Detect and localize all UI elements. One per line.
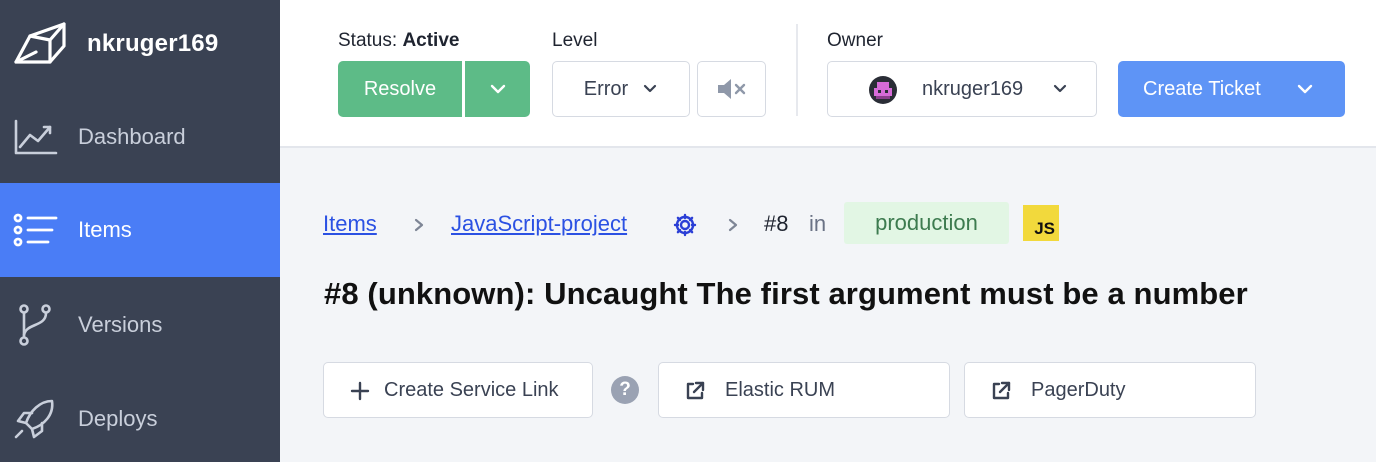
create-service-link-label: Create Service Link: [384, 378, 559, 401]
pagerduty-button[interactable]: PagerDuty: [964, 362, 1256, 418]
owner-select[interactable]: nkruger169: [827, 61, 1097, 117]
owner-label: Owner: [827, 30, 883, 51]
elastic-rum-label: Elastic RUM: [725, 378, 836, 401]
toolbar-divider: [796, 24, 798, 116]
breadcrumb: Items: [323, 204, 377, 244]
gear-icon[interactable]: [673, 213, 697, 237]
breadcrumb-items-link[interactable]: Items: [323, 211, 377, 237]
sidebar-item-label: Dashboard: [78, 124, 186, 149]
item-toolbar: Status: Active Resolve Level Error Owner…: [280, 0, 1376, 148]
resolve-dropdown-button[interactable]: [465, 61, 530, 117]
environment-badge: production: [844, 202, 1009, 244]
plus-icon: [350, 381, 370, 401]
status-prefix: Status:: [338, 30, 398, 51]
sidebar-item-label: Deploys: [78, 406, 158, 431]
level-value: Error: [583, 77, 629, 100]
avatar: [869, 76, 897, 104]
help-icon[interactable]: ?: [611, 376, 639, 404]
mute-button[interactable]: [697, 61, 766, 117]
chevron-down-icon: [644, 84, 657, 93]
branch-icon: [19, 304, 51, 346]
resolve-label: Resolve: [363, 77, 437, 100]
sidebar-item-deploys[interactable]: Deploys: [0, 372, 280, 462]
breadcrumb-project-link[interactable]: JavaScript-project: [451, 211, 627, 237]
sidebar-brand[interactable]: nkruger169: [0, 0, 280, 90]
chevron-down-icon: [1297, 84, 1313, 94]
list-icon: [13, 213, 58, 247]
external-link-icon: [992, 381, 1011, 400]
sidebar-item-label: Versions: [78, 312, 163, 337]
sidebar-item-versions[interactable]: Versions: [0, 278, 280, 372]
volume-mute-icon: [717, 79, 745, 99]
breadcrumb-project: JavaScript-project: [451, 204, 627, 244]
chevron-down-icon: [1053, 84, 1067, 93]
item-title: #8 (unknown): Uncaught The first argumen…: [324, 276, 1248, 311]
create-ticket-button[interactable]: Create Ticket: [1118, 61, 1345, 117]
create-service-link-button[interactable]: Create Service Link: [323, 362, 593, 418]
chart-line-icon: [14, 119, 58, 155]
owner-value: nkruger169: [922, 77, 1024, 100]
status-value: Active: [402, 30, 460, 51]
breadcrumb-in-text: in: [809, 211, 827, 236]
pagerduty-label: PagerDuty: [1031, 378, 1126, 401]
sidebar: nkruger169 Dashboard Items Versions Depl…: [0, 0, 280, 462]
rocket-icon: [14, 399, 54, 439]
breadcrumb-item-number: #8: [764, 211, 789, 236]
chevron-down-icon: [490, 84, 505, 94]
username: nkruger169: [87, 30, 219, 57]
status-label: Status: Active: [338, 30, 459, 52]
sidebar-item-dashboard[interactable]: Dashboard: [0, 90, 280, 184]
sidebar-item-items[interactable]: Items: [0, 183, 280, 277]
resolve-button[interactable]: Resolve: [338, 61, 462, 117]
level-label: Level: [552, 30, 598, 51]
external-link-icon: [686, 381, 705, 400]
level-select[interactable]: Error: [552, 61, 690, 117]
chevron-right-icon: [728, 218, 738, 232]
chevron-right-icon: [414, 218, 424, 232]
create-ticket-label: Create Ticket: [1143, 77, 1261, 100]
elastic-rum-button[interactable]: Elastic RUM: [658, 362, 950, 418]
sidebar-item-label: Items: [78, 217, 132, 242]
language-badge: JS: [1023, 205, 1059, 241]
logo-icon: [14, 22, 66, 64]
